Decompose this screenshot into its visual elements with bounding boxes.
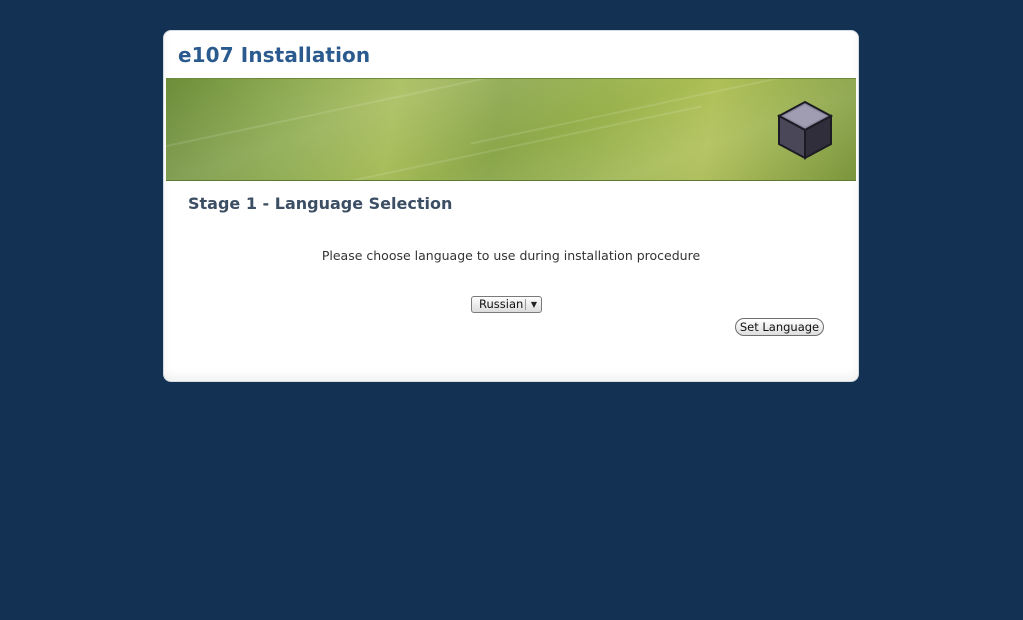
header-banner: [166, 78, 856, 181]
set-language-button[interactable]: Set Language: [735, 318, 824, 336]
banner-streak: [166, 79, 542, 155]
language-prompt: Please choose language to use during ins…: [321, 248, 701, 263]
stage-title: Stage 1 - Language Selection: [188, 194, 453, 213]
installer-page: e107 Installation Stage 1 - Language Sel…: [0, 0, 1023, 620]
language-select-value: Russian: [479, 297, 524, 311]
banner-streak: [290, 105, 702, 180]
chevron-down-icon: ▼: [530, 300, 537, 309]
installer-panel: e107 Installation Stage 1 - Language Sel…: [164, 31, 858, 381]
installer-title: e107 Installation: [178, 43, 371, 67]
language-select[interactable]: Russian ▼: [471, 296, 542, 313]
select-divider: [525, 299, 526, 310]
cube-icon: [776, 100, 834, 160]
